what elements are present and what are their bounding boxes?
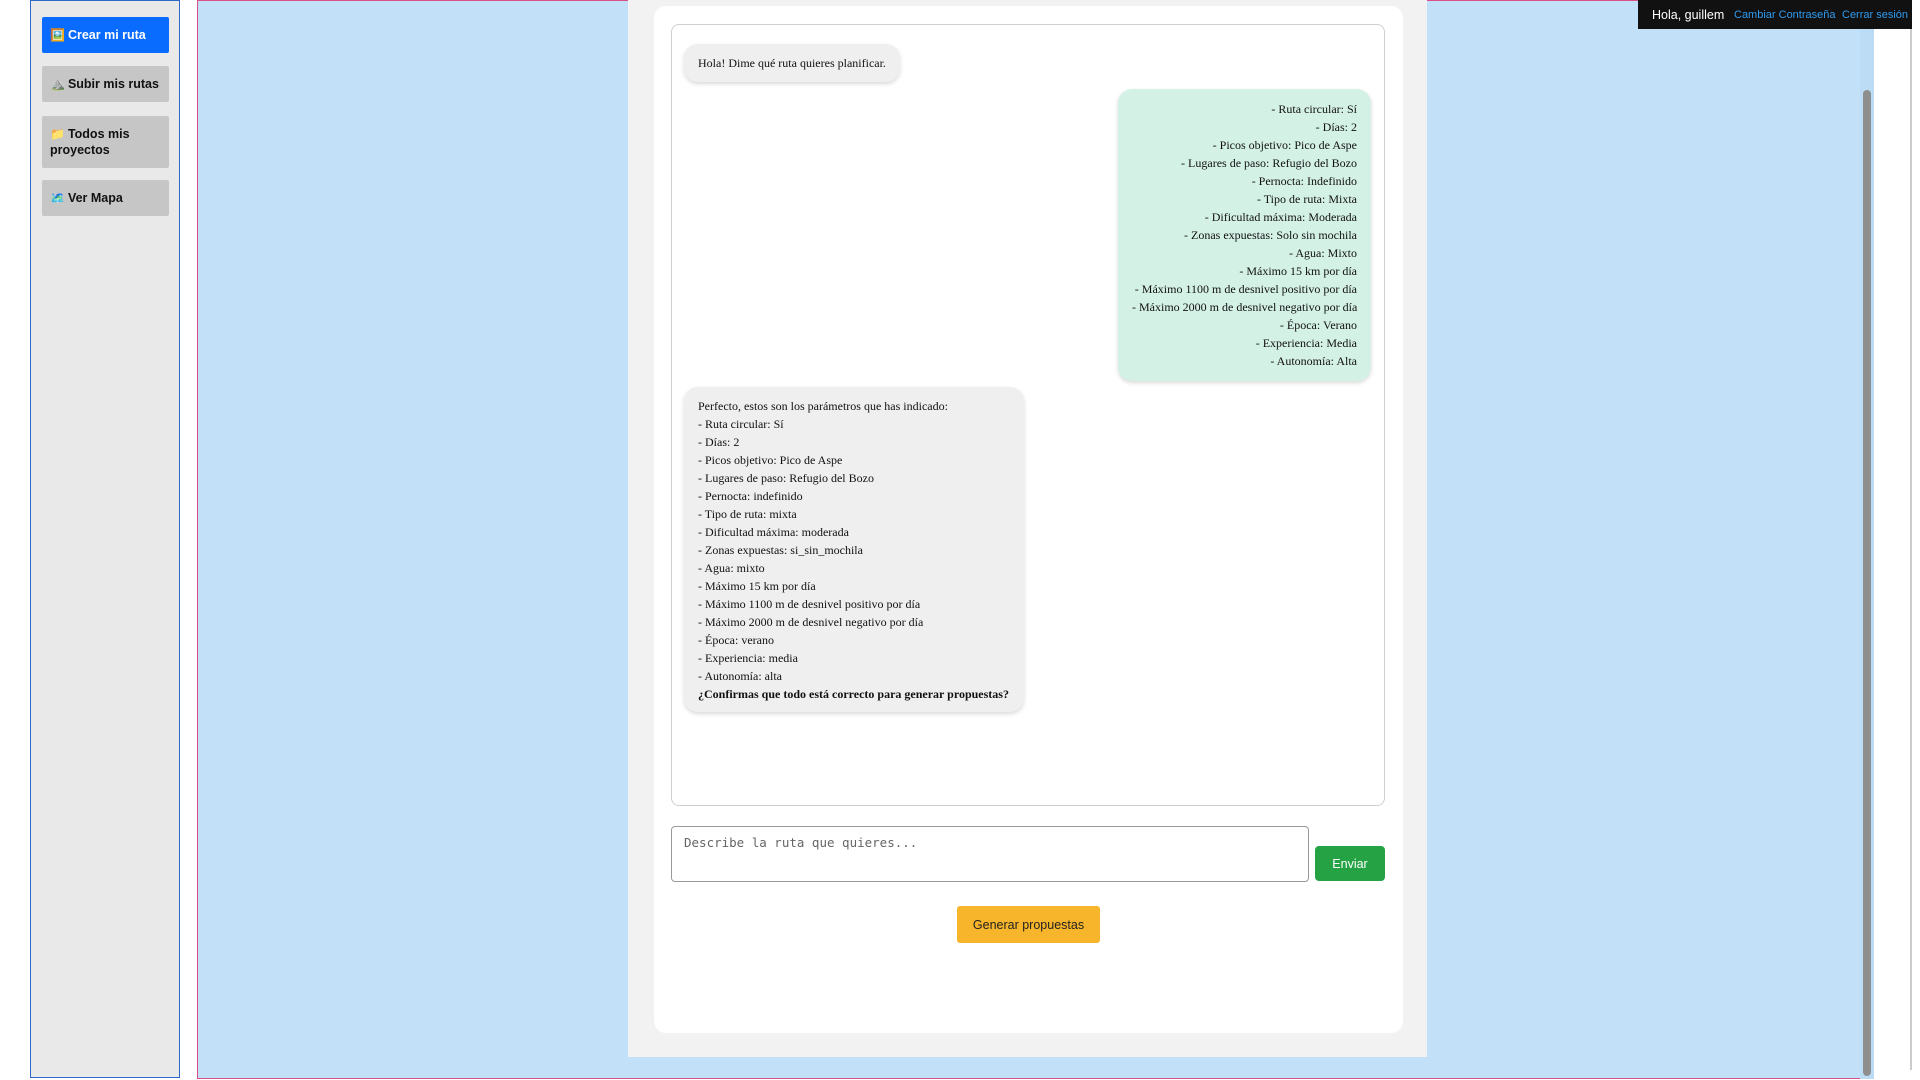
message-line: - Experiencia: Media [1255,336,1357,350]
message-line: - Época: verano [698,633,774,647]
sidebar-item-crear-mi-ruta[interactable]: 🖼️ Crear mi ruta [42,17,169,53]
message-line: - Ruta circular: Sí [1271,102,1357,116]
sidebar-item-label: Crear mi ruta [67,28,146,42]
message-line: - Dificultad máxima: moderada [698,525,849,539]
message-line: - Máximo 15 km por día [1239,264,1357,278]
logout-link[interactable]: Cerrar sesión [1842,9,1908,21]
route-description-input[interactable] [671,826,1309,882]
bot-message: Perfecto, estos son los parámetros que h… [684,387,1024,712]
user-bar: Hola, guillem Cambiar Contraseña Cerrar … [1638,0,1912,29]
message-line: - Máximo 15 km por día [698,579,816,593]
send-button[interactable]: Enviar [1315,846,1385,881]
message-text: Hola! Dime qué ruta quieres planificar. [698,56,886,70]
message-line: - Agua: Mixto [1289,246,1357,260]
sidebar-item-todos-mis-proyectos[interactable]: 📁 Todos mis proyectos [42,116,169,168]
message-line: - Ruta circular: Sí [698,417,784,431]
user-greeting: Hola, guillem [1652,8,1725,22]
sidebar-item-subir-mis-rutas[interactable]: ⛰️ Subir mis rutas [42,66,169,102]
sidebar-item-ver-mapa[interactable]: 🗺️ Ver Mapa [42,180,169,216]
message-line: - Tipo de ruta: mixta [698,507,797,521]
sidebar-item-label: Ver Mapa [67,191,123,205]
sidebar: 🖼️ Crear mi ruta ⛰️ Subir mis rutas 📁 Todos… [30,0,180,1078]
message-line: - Experiencia: media [698,651,798,665]
message-line: - Picos objetivo: Pico de Aspe [1212,138,1357,152]
generate-proposals-button[interactable]: Generar propuestas [957,906,1100,943]
message-line: - Dificultad máxima: Moderada [1204,210,1357,224]
message-line: - Pernocta: indefinido [698,489,803,503]
message-line: - Máximo 1100 m de desnivel positivo por… [1134,282,1357,296]
picture-icon: 🖼️ [50,28,65,42]
scrollbar-thumb[interactable] [1863,90,1871,1076]
message-line: - Días: 2 [698,435,740,449]
mountain-icon: ⛰️ [50,77,65,91]
user-message: - Ruta circular: Sí - Días: 2 - Picos ob… [1118,89,1371,381]
message-line: - Máximo 1100 m de desnivel positivo por… [698,597,921,611]
map-icon: 🗺️ [50,191,65,205]
message-line: - Máximo 2000 m de desnivel negativo por… [698,615,924,629]
message-line: - Máximo 2000 m de desnivel negativo por… [1132,300,1358,314]
change-password-link[interactable]: Cambiar Contraseña [1734,9,1836,21]
sidebar-item-label: Subir mis rutas [67,77,159,91]
message-line: - Picos objetivo: Pico de Aspe [698,453,843,467]
message-line: - Zonas expuestas: si_sin_mochila [698,543,863,557]
message-line: - Lugares de paso: Refugio del Bozo [1181,156,1357,170]
message-line: Perfecto, estos son los parámetros que h… [698,399,948,413]
message-line: - Autonomía: Alta [1270,354,1357,368]
message-line: - Época: Verano [1279,318,1357,332]
window-edge [1874,0,1920,1080]
message-line: - Autonomía: alta [698,669,782,683]
message-line: - Pernocta: Indefinido [1251,174,1357,188]
folder-icon: 📁 [50,127,65,141]
message-line: - Días: 2 [1315,120,1357,134]
message-line: - Lugares de paso: Refugio del Bozo [698,471,874,485]
outer-scrollbar [1910,20,1912,1070]
confirmation-question: ¿Confirmas que todo está correcto para g… [698,687,1009,701]
message-line: - Tipo de ruta: Mixta [1256,192,1357,206]
bot-message: Hola! Dime qué ruta quieres planificar. [684,44,900,82]
message-line: - Agua: mixto [698,561,765,575]
message-line: - Zonas expuestas: Solo sin mochila [1184,228,1357,242]
